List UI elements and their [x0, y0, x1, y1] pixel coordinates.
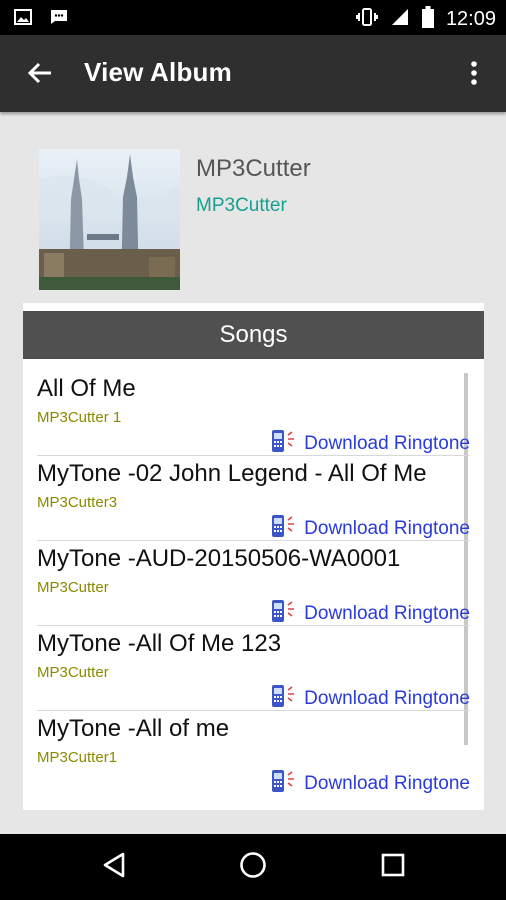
nav-back-button[interactable]: [94, 847, 134, 887]
song-artist: MP3Cutter3: [37, 494, 118, 511]
nav-home-button[interactable]: [233, 847, 273, 887]
status-bar: 12:09: [0, 0, 506, 35]
image-icon: [14, 9, 32, 30]
song-artist: MP3Cutter: [37, 664, 109, 681]
app-bar: View Album: [0, 35, 506, 112]
songs-header: Songs: [23, 311, 484, 359]
download-label: Download Ringtone: [304, 518, 470, 539]
download-ringtone-link[interactable]: Download Ringtone: [270, 769, 470, 799]
overflow-menu-button[interactable]: [456, 55, 492, 95]
nav-bar: [0, 834, 506, 900]
list-item[interactable]: MyTone -All of me MP3Cutter1 Download Ri…: [23, 711, 470, 796]
recents-square-icon: [381, 853, 405, 882]
song-title: MyTone -02 John Legend - All Of Me: [37, 460, 427, 487]
message-icon: [50, 9, 68, 30]
album-art: [39, 149, 180, 290]
back-button[interactable]: [20, 55, 60, 95]
album-artist: MP3Cutter: [196, 195, 287, 216]
download-label: Download Ringtone: [304, 773, 470, 794]
ringtone-phone-icon: [270, 769, 296, 799]
signal-icon: [390, 7, 410, 32]
song-title: MyTone -AUD-20150506-WA0001: [37, 545, 401, 572]
list-item[interactable]: All Of Me MP3Cutter 1 Download Ringtone: [23, 371, 470, 456]
list-item[interactable]: MyTone -All Of Me 123 MP3Cutter Download…: [23, 626, 470, 711]
battery-icon: [421, 6, 434, 33]
song-artist: MP3Cutter1: [37, 749, 118, 766]
album-title: MP3Cutter: [196, 155, 311, 182]
list-item[interactable]: MyTone -02 John Legend - All Of Me MP3Cu…: [23, 456, 470, 541]
songs-card: Songs All Of Me MP3Cutter 1 Download Rin…: [23, 303, 484, 810]
list-item[interactable]: MyTone -AUD-20150506-WA0001 MP3Cutter Do…: [23, 541, 470, 626]
arrow-back-icon: [27, 60, 53, 91]
song-artist: MP3Cutter: [37, 579, 109, 596]
status-time: 12:09: [445, 8, 496, 30]
vibrate-icon: [355, 7, 378, 32]
song-title: MyTone -All of me: [37, 715, 230, 742]
home-circle-icon: [239, 851, 267, 884]
download-label: Download Ringtone: [304, 433, 470, 454]
download-label: Download Ringtone: [304, 688, 470, 709]
song-title: All Of Me: [37, 375, 136, 402]
download-label: Download Ringtone: [304, 603, 470, 624]
back-triangle-icon: [102, 852, 126, 883]
nav-recents-button[interactable]: [373, 847, 413, 887]
song-artist: MP3Cutter 1: [37, 409, 122, 426]
more-vert-icon: [470, 60, 478, 91]
page-title: View Album: [84, 57, 232, 87]
song-title: MyTone -All Of Me 123: [37, 630, 282, 657]
